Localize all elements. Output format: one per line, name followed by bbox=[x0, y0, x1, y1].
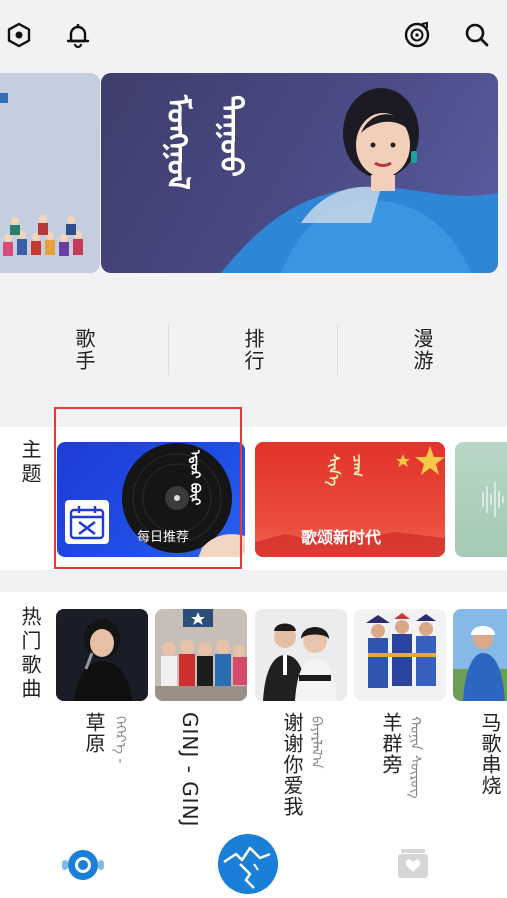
card-caption: 歌颂新时代 bbox=[301, 528, 382, 547]
bottom-bar bbox=[0, 828, 507, 898]
song-subtitle: ᠬᠡᠭᠡᠷ᠎ᠡ - bbox=[112, 716, 128, 764]
song-cover[interactable] bbox=[354, 609, 446, 701]
card-script: ᠰᠢᠨ᠎ᠡ ᠴᠠᠭ bbox=[325, 454, 365, 487]
song-title[interactable]: GINJ - GINJ bbox=[178, 712, 202, 827]
nav-label: 排行 bbox=[241, 328, 265, 372]
nav-label: 歌手 bbox=[72, 328, 96, 372]
theme-card-new-era[interactable]: ᠰᠢᠨ᠎ᠡ ᠴᠠᠭ 歌颂新时代 bbox=[255, 442, 445, 557]
banner-featured[interactable]: ᠮᠣᠩᠭᠣᠯ ᠳᠠᠭᠤᠤ bbox=[101, 73, 498, 273]
song-cover[interactable] bbox=[255, 609, 347, 701]
collection-icon[interactable] bbox=[396, 846, 430, 880]
song-title[interactable]: 马歌串烧 bbox=[476, 712, 505, 796]
hexagon-settings-icon[interactable] bbox=[4, 20, 34, 50]
song-subtitle: ᠬᠣᠨᠢᠨ ᠰᠦᠷᠦᠭ bbox=[407, 716, 423, 799]
home-mountain-icon[interactable] bbox=[218, 834, 278, 894]
section-title: 主题 bbox=[18, 439, 42, 487]
nav-label: 漫游 bbox=[410, 328, 434, 372]
section-title: 热门歌曲 bbox=[18, 606, 42, 702]
song-cover[interactable] bbox=[155, 609, 247, 701]
music-disc-icon[interactable] bbox=[402, 20, 432, 50]
bell-icon[interactable] bbox=[63, 20, 93, 50]
search-icon[interactable] bbox=[462, 20, 492, 50]
song-title[interactable]: 草原 bbox=[80, 712, 109, 754]
song-title[interactable]: 谢谢你爱我 bbox=[278, 712, 307, 817]
song-title[interactable]: 羊群旁 bbox=[377, 712, 406, 775]
theme-card-partial[interactable] bbox=[455, 442, 507, 557]
banner-prev[interactable] bbox=[0, 73, 100, 273]
singer-photo bbox=[221, 88, 498, 273]
song-subtitle: ᠪᠠᠶᠠᠷᠯᠠᠯ᠎ᠠ bbox=[308, 716, 324, 769]
top-bar bbox=[0, 0, 507, 70]
nav-roaming[interactable]: 漫游 bbox=[338, 315, 507, 385]
selection-highlight bbox=[54, 407, 242, 569]
category-nav: 歌手 排行 漫游 bbox=[0, 315, 507, 385]
song-cover[interactable] bbox=[56, 609, 148, 701]
waveform-decoration bbox=[482, 482, 504, 517]
song-cover[interactable] bbox=[453, 609, 507, 701]
radio-icon[interactable] bbox=[60, 846, 106, 882]
nav-singers[interactable]: 歌手 bbox=[0, 315, 169, 385]
nav-charts[interactable]: 排行 bbox=[169, 315, 338, 385]
